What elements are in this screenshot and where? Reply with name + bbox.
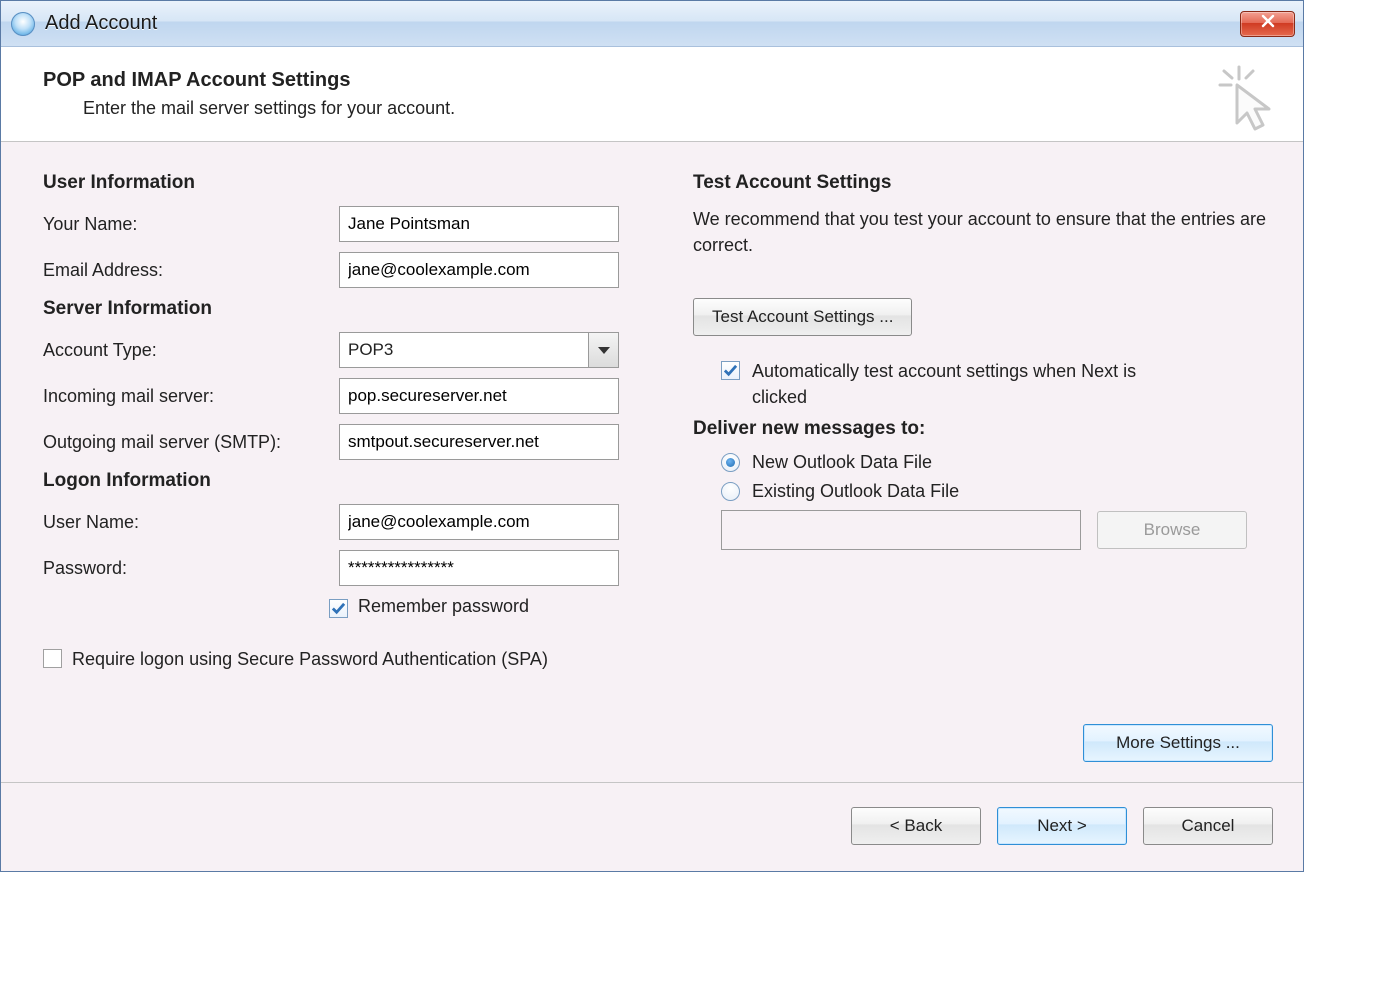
checkbox-unchecked-icon	[43, 649, 62, 668]
your-name-input[interactable]	[339, 206, 619, 242]
label-remember-password: Remember password	[358, 596, 529, 617]
section-server-information: Server Information	[43, 298, 653, 320]
account-type-select[interactable]: POP3	[339, 332, 619, 368]
label-radio-existing: Existing Outlook Data File	[752, 481, 959, 502]
existing-file-input	[721, 510, 1081, 550]
cancel-button[interactable]: Cancel	[1143, 807, 1273, 845]
more-settings-button[interactable]: More Settings ...	[1083, 724, 1273, 762]
label-password: Password:	[43, 558, 339, 579]
user-name-input[interactable]	[339, 504, 619, 540]
wizard-footer: < Back Next > Cancel	[1, 782, 1303, 871]
test-account-settings-button[interactable]: Test Account Settings ...	[693, 298, 912, 336]
label-your-name: Your Name:	[43, 214, 339, 235]
left-column: User Information Your Name: Email Addres…	[43, 166, 653, 772]
window-title: Add Account	[45, 12, 157, 35]
radio-selected-icon	[721, 453, 740, 472]
browse-button: Browse	[1097, 511, 1247, 549]
section-deliver-to: Deliver new messages to:	[693, 418, 1273, 440]
outgoing-server-input[interactable]	[339, 424, 619, 460]
incoming-server-input[interactable]	[339, 378, 619, 414]
row-password: Password:	[43, 550, 653, 586]
row-incoming-server: Incoming mail server:	[43, 378, 653, 414]
row-outgoing-server: Outgoing mail server (SMTP):	[43, 424, 653, 460]
radio-unselected-icon	[721, 482, 740, 501]
existing-file-row: Browse	[721, 510, 1273, 550]
label-incoming-server: Incoming mail server:	[43, 386, 339, 407]
page-subtitle: Enter the mail server settings for your …	[83, 98, 1275, 119]
row-email: Email Address:	[43, 252, 653, 288]
label-email: Email Address:	[43, 260, 339, 281]
radio-existing-data-file[interactable]: Existing Outlook Data File	[721, 481, 1273, 502]
checkbox-checked-icon	[721, 361, 740, 380]
label-user-name: User Name:	[43, 512, 339, 533]
checkbox-checked-icon	[329, 599, 348, 618]
row-your-name: Your Name:	[43, 206, 653, 242]
wizard-body: User Information Your Name: Email Addres…	[1, 142, 1303, 782]
page-title: POP and IMAP Account Settings	[43, 69, 1275, 92]
section-logon-information: Logon Information	[43, 470, 653, 492]
section-user-information: User Information	[43, 172, 653, 194]
account-type-value: POP3	[340, 333, 588, 367]
back-button[interactable]: < Back	[851, 807, 981, 845]
spa-checkbox[interactable]: Require logon using Secure Password Auth…	[43, 646, 653, 672]
close-icon	[1260, 13, 1276, 34]
label-radio-new: New Outlook Data File	[752, 452, 932, 473]
test-account-description: We recommend that you test your account …	[693, 206, 1273, 258]
password-input[interactable]	[339, 550, 619, 586]
email-input[interactable]	[339, 252, 619, 288]
wizard-header: POP and IMAP Account Settings Enter the …	[1, 47, 1303, 142]
label-spa: Require logon using Secure Password Auth…	[72, 646, 548, 672]
section-test-account: Test Account Settings	[693, 172, 1273, 194]
label-account-type: Account Type:	[43, 340, 339, 361]
cursor-click-icon	[1213, 63, 1283, 133]
row-account-type: Account Type: POP3	[43, 332, 653, 368]
close-button[interactable]	[1240, 11, 1295, 37]
next-button[interactable]: Next >	[997, 807, 1127, 845]
right-column: Test Account Settings We recommend that …	[693, 166, 1273, 772]
auto-test-checkbox[interactable]: Automatically test account settings when…	[721, 358, 1273, 410]
titlebar: Add Account	[1, 1, 1303, 47]
add-account-window: Add Account POP and IMAP Account Setting…	[0, 0, 1304, 872]
remember-password-checkbox[interactable]: Remember password	[329, 596, 653, 618]
chevron-down-icon	[588, 333, 618, 367]
label-auto-test: Automatically test account settings when…	[752, 358, 1182, 410]
row-user-name: User Name:	[43, 504, 653, 540]
globe-icon	[11, 12, 35, 36]
label-outgoing-server: Outgoing mail server (SMTP):	[43, 432, 339, 453]
radio-new-data-file[interactable]: New Outlook Data File	[721, 452, 1273, 473]
